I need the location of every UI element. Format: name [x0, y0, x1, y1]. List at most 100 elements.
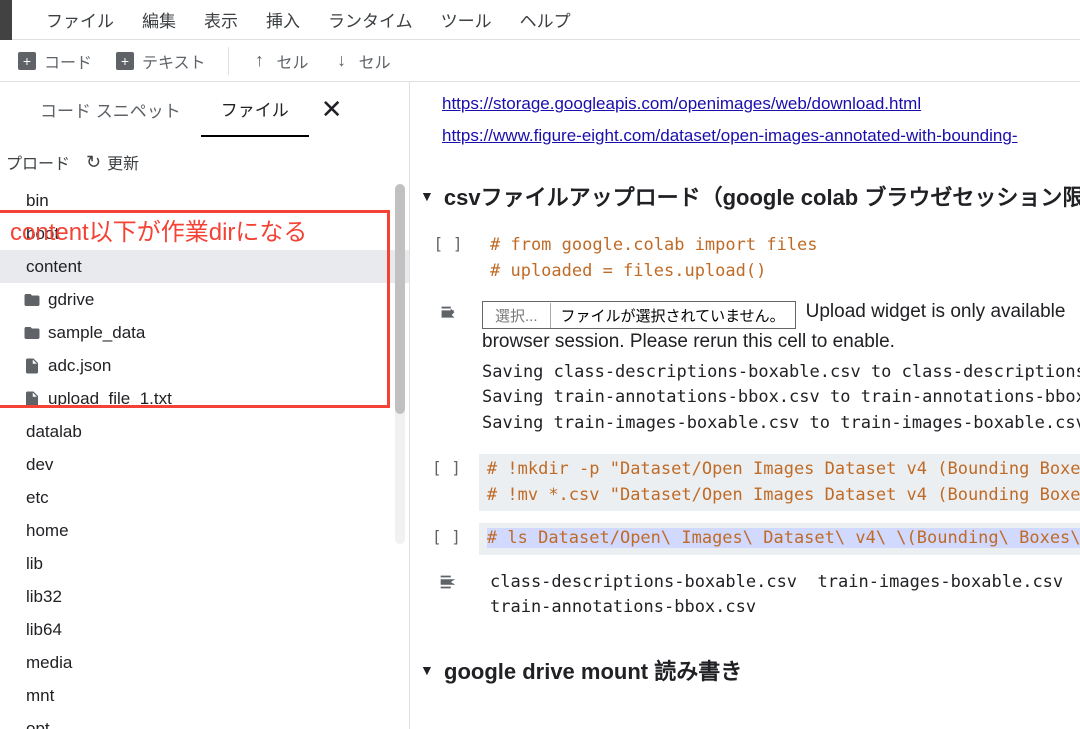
file-tree-item[interactable]: dev — [0, 448, 409, 481]
file-tree-label: dev — [26, 455, 53, 475]
code-cell-3[interactable]: [ ] # ls Dataset/Open\ Images\ Dataset\ … — [432, 523, 1080, 555]
scrollbar-thumb[interactable] — [395, 184, 405, 414]
notebook-pane: https://storage.googleapis.com/openimage… — [410, 82, 1080, 729]
section-header-2: ▼ google drive mount 読み書き — [420, 646, 1080, 700]
file-tree-label: etc — [26, 488, 49, 508]
upload-message-1: Upload widget is only available — [806, 299, 1066, 326]
sidebar: コード スニペット ファイル ✕ プロード ↻ 更新 bin boot conten… — [0, 82, 410, 729]
code-cell-1[interactable]: [ ] # from google.colab import files # u… — [432, 230, 1080, 287]
upload-button[interactable]: プロード — [0, 146, 76, 178]
file-tree-label: home — [26, 521, 69, 541]
file-tree-label: sample_data — [48, 323, 145, 343]
colab-logo[interactable] — [0, 0, 12, 40]
file-tree-item[interactable]: datalab — [0, 415, 409, 448]
menubar: ファイル 編集 表示 挿入 ランタイム ツール ヘルプ — [0, 0, 1080, 40]
file-tree-label: bin — [26, 191, 49, 211]
add-code-button[interactable]: + コード — [6, 45, 104, 77]
cell-output-upload: 選択... ファイルが選択されていません。 Upload widget is o… — [432, 299, 1080, 356]
file-tree-label: upload_file_1.txt — [48, 389, 172, 409]
file-tree-item[interactable]: gdrive — [0, 283, 409, 316]
cell-down-label: セル — [359, 49, 391, 73]
tab-files[interactable]: ファイル — [201, 82, 309, 137]
upload-label: プロード — [6, 150, 70, 174]
file-icon — [22, 356, 42, 376]
collapse-toggle-icon[interactable]: ▼ — [420, 662, 434, 678]
figure-eight-link[interactable]: https://www.figure-eight.com/dataset/ope… — [442, 126, 1018, 146]
separator — [228, 47, 229, 75]
file-tree[interactable]: bin boot content gdrive sample_data adc.json u… — [0, 184, 409, 729]
upload-message-2: browser session. Please rerun this cell … — [482, 329, 1065, 356]
file-tree-item[interactable]: mnt — [0, 679, 409, 712]
folder-icon — [22, 290, 42, 310]
file-tree-item[interactable]: bin — [0, 184, 409, 217]
file-tree-item[interactable]: sample_data — [0, 316, 409, 349]
cell-down-button[interactable]: ↓ セル — [321, 45, 403, 77]
file-tree-label: content — [26, 257, 82, 277]
code-cell-2[interactable]: [ ] # !mkdir -p "Dataset/Open Images Dat… — [432, 454, 1080, 511]
toolbar: + コード + テキスト ↑ セル ↓ セル — [0, 40, 1080, 82]
add-text-button[interactable]: + テキスト — [104, 45, 218, 77]
file-tree-item[interactable]: lib — [0, 547, 409, 580]
file-tree-item[interactable]: lib64 — [0, 613, 409, 646]
output-content: class-descriptions-boxable.csv train-ima… — [482, 567, 1080, 624]
file-tree-item[interactable]: media — [0, 646, 409, 679]
arrow-up-icon: ↑ — [251, 52, 269, 70]
save-output: Saving class-descriptions-boxable.csv to… — [482, 360, 1080, 437]
file-tree-item[interactable]: content — [0, 250, 409, 283]
arrow-down-icon: ↓ — [333, 52, 351, 70]
section-header-1: ▼ csvファイルアップロード（google colab ブラウゼセッション限定 — [420, 172, 1080, 226]
menu-runtime[interactable]: ランタイム — [314, 7, 427, 32]
file-input[interactable]: 選択... ファイルが選択されていません。 — [482, 301, 796, 329]
file-chosen-text: ファイルが選択されていません。 — [551, 303, 795, 328]
file-tree-item[interactable]: opt — [0, 712, 409, 729]
file-tree-item[interactable]: home — [0, 514, 409, 547]
folder-icon — [22, 323, 42, 343]
code-content[interactable]: # ls Dataset/Open\ Images\ Dataset\ v4\ … — [479, 523, 1080, 555]
file-tree-label: opt — [26, 719, 50, 729]
file-tree-item[interactable]: etc — [0, 481, 409, 514]
menu-file[interactable]: ファイル — [32, 7, 128, 32]
sidebar-tabs: コード スニペット ファイル ✕ — [0, 82, 409, 136]
file-tree-label: gdrive — [48, 290, 94, 310]
file-tree-label: lib64 — [26, 620, 62, 640]
link-block: https://storage.googleapis.com/openimage… — [420, 82, 1080, 172]
file-tree-label: datalab — [26, 422, 82, 442]
file-tree-item[interactable]: upload_file_1.txt — [0, 382, 409, 415]
refresh-button[interactable]: ↻ 更新 — [80, 146, 145, 178]
output-icon — [437, 303, 459, 325]
plus-icon: + — [18, 52, 36, 70]
cell-up-button[interactable]: ↑ セル — [239, 45, 321, 77]
file-tree-item[interactable]: boot — [0, 217, 409, 250]
sidebar-actions: プロード ↻ 更新 — [0, 136, 409, 184]
file-tree-label: mnt — [26, 686, 54, 706]
close-icon[interactable]: ✕ — [321, 94, 343, 125]
code-content[interactable]: # from google.colab import files # uploa… — [482, 230, 1080, 287]
add-code-label: コード — [44, 49, 92, 73]
tab-snippets[interactable]: コード スニペット — [20, 83, 201, 136]
cell-run-indicator[interactable]: [ ] — [432, 458, 461, 511]
output-icon — [437, 571, 459, 593]
cell-output-ls: class-descriptions-boxable.csv train-ima… — [432, 567, 1080, 624]
file-tree-label: lib32 — [26, 587, 62, 607]
menu-view[interactable]: 表示 — [190, 7, 252, 32]
file-tree-label: media — [26, 653, 72, 673]
file-icon — [22, 389, 42, 409]
cell-up-label: セル — [277, 49, 309, 73]
section-title: csvファイルアップロード（google colab ブラウゼセッション限定 — [444, 180, 1080, 212]
scrollbar[interactable] — [395, 184, 405, 544]
file-tree-label: adc.json — [48, 356, 111, 376]
menu-edit[interactable]: 編集 — [128, 7, 190, 32]
menu-insert[interactable]: 挿入 — [252, 7, 314, 32]
menu-help[interactable]: ヘルプ — [506, 7, 585, 32]
download-link[interactable]: https://storage.googleapis.com/openimage… — [442, 94, 921, 114]
cell-run-indicator[interactable]: [ ] — [432, 527, 461, 555]
menu-tools[interactable]: ツール — [427, 7, 506, 32]
cell-run-indicator[interactable]: [ ] — [434, 234, 463, 287]
choose-file-button[interactable]: 選択... — [483, 303, 551, 328]
section-title: google drive mount 読み書き — [444, 654, 742, 686]
collapse-toggle-icon[interactable]: ▼ — [420, 188, 434, 204]
refresh-icon: ↻ — [86, 152, 101, 173]
file-tree-item[interactable]: lib32 — [0, 580, 409, 613]
file-tree-item[interactable]: adc.json — [0, 349, 409, 382]
code-content[interactable]: # !mkdir -p "Dataset/Open Images Dataset… — [479, 454, 1080, 511]
